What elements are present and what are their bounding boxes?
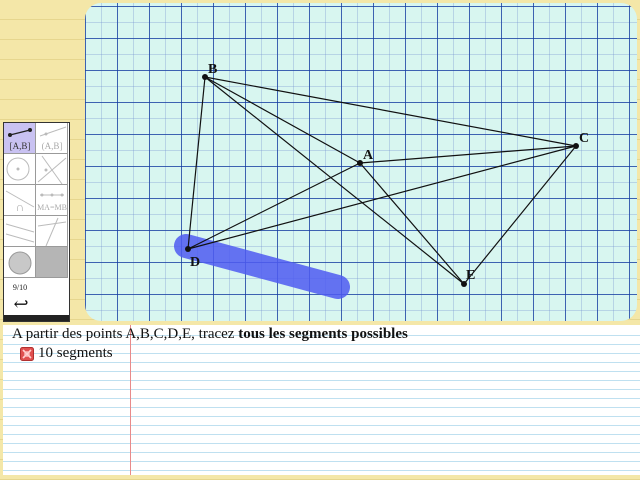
point-label-A: A — [363, 148, 374, 163]
segment-BA[interactable] — [204, 76, 361, 164]
margin-line — [130, 325, 131, 475]
notebook-area: A partir des points A,B,C,D,E, tracez to… — [3, 325, 640, 475]
point-label-C: C — [579, 131, 589, 146]
line-tool-button[interactable] — [36, 154, 68, 185]
parallel-tool-button[interactable] — [36, 216, 68, 247]
instruction-prefix: A partir des points A,B,C,D,E, tracez — [12, 326, 239, 342]
intersection-tool-label: ∩ — [15, 200, 25, 214]
segment-tool-button[interactable]: [A,B] — [4, 123, 36, 154]
point-label-D: D — [190, 255, 200, 270]
half-line-tool-label: (A,B] — [41, 141, 63, 151]
tool-palette: [A,B] (A,B] ∩ MA=MB 9/10 ↩ — [3, 122, 70, 322]
circle-tool-button[interactable] — [4, 154, 36, 185]
segment-AD[interactable] — [187, 162, 361, 250]
intersection-tool-button[interactable]: ∩ — [4, 185, 36, 216]
point-label-E: E — [466, 268, 475, 283]
fill-tool-button[interactable] — [36, 247, 68, 278]
status-text: 10 segments — [38, 345, 113, 361]
instruction-text: A partir des points A,B,C,D,E, tracez to… — [12, 326, 408, 343]
segment-AE[interactable] — [359, 162, 465, 285]
instruction-bold: tous les segments possibles — [238, 326, 408, 342]
selection-highlight — [174, 234, 350, 299]
toolbar-footer — [4, 315, 69, 321]
segment-CE[interactable] — [463, 145, 577, 285]
point-D[interactable] — [185, 246, 191, 252]
undo-icon[interactable]: ↩ — [8, 294, 34, 314]
half-line-tool-button[interactable]: (A,B] — [36, 123, 68, 154]
status-row: 10 segments — [20, 345, 113, 362]
point-tool-button[interactable] — [4, 247, 36, 278]
midpoint-tool-button[interactable]: MA=MB — [36, 185, 68, 216]
point-label-B: B — [208, 62, 217, 77]
segment-tool-label: [A,B] — [9, 141, 31, 151]
midpoint-tool-label: MA=MB — [37, 203, 67, 212]
segment-BD[interactable] — [187, 76, 206, 250]
geometry-drawing[interactable]: A B C D E — [85, 3, 637, 321]
drawing-canvas[interactable]: A B C D E — [85, 3, 637, 321]
step-counter: 9/10 — [12, 283, 28, 292]
perpendicular-tool-button[interactable] — [4, 216, 36, 247]
segment-BC[interactable] — [204, 76, 577, 147]
error-icon — [20, 347, 34, 361]
